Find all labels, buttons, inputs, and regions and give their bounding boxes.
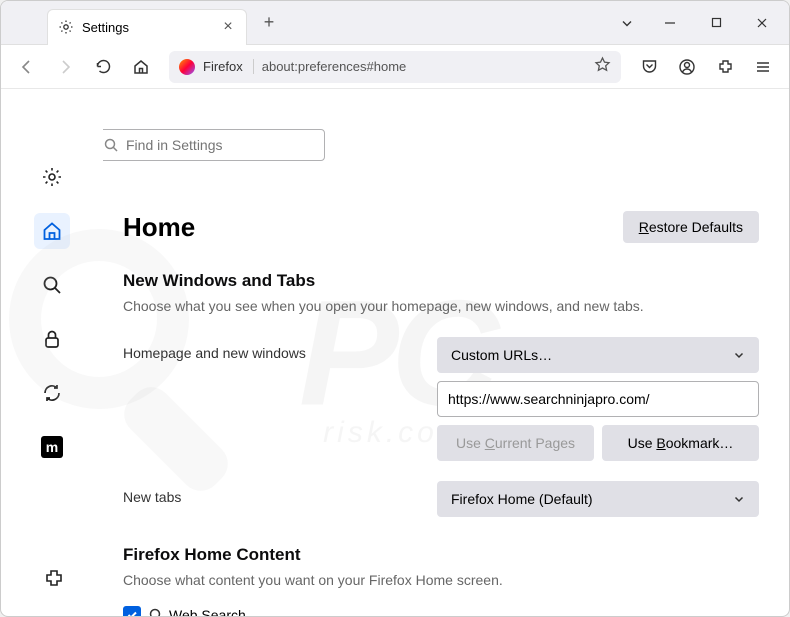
minimize-button[interactable] — [647, 3, 693, 43]
section-desc: Choose what content you want on your Fir… — [123, 571, 759, 591]
web-search-checkbox[interactable] — [123, 606, 141, 616]
reload-button[interactable] — [87, 51, 119, 83]
urlbar[interactable]: Firefox about:preferences#home — [169, 51, 621, 83]
urlbar-address: about:preferences#home — [262, 59, 586, 74]
menu-icon[interactable] — [747, 51, 779, 83]
section-title: Firefox Home Content — [123, 545, 759, 565]
section-title: New Windows and Tabs — [123, 271, 759, 291]
urlbar-identity: Firefox — [203, 59, 254, 74]
sidebar-sync[interactable] — [34, 375, 70, 411]
close-window-button[interactable] — [739, 3, 785, 43]
maximize-button[interactable] — [693, 3, 739, 43]
home-button[interactable] — [125, 51, 157, 83]
page-title: Home — [123, 212, 623, 243]
web-search-row: Web Search — [123, 606, 759, 616]
search-icon — [149, 608, 163, 616]
chevron-down-icon — [733, 349, 745, 361]
sidebar-general[interactable] — [34, 159, 70, 195]
checkmark-icon — [126, 609, 138, 616]
tab-settings[interactable]: Settings × — [47, 9, 247, 45]
account-icon[interactable] — [671, 51, 703, 83]
sidebar-home[interactable] — [34, 213, 70, 249]
titlebar: Settings × + — [1, 1, 789, 45]
content-area: PC risk.com m Home Restore Defaults New — [1, 89, 789, 616]
homepage-select[interactable]: Custom URLs… — [437, 337, 759, 373]
restore-defaults-button[interactable]: Restore Defaults — [623, 211, 759, 243]
newtabs-label: New tabs — [123, 481, 423, 505]
use-bookmark-button[interactable]: Use Bookmark… — [602, 425, 759, 461]
sidebar-extensions[interactable] — [36, 560, 72, 596]
window-controls — [647, 3, 785, 43]
newtabs-select-value: Firefox Home (Default) — [451, 491, 593, 507]
new-tab-button[interactable]: + — [255, 9, 283, 37]
forward-button — [49, 51, 81, 83]
find-in-settings[interactable] — [103, 129, 325, 161]
sidebar: m — [1, 89, 103, 616]
back-button[interactable] — [11, 51, 43, 83]
extensions-icon[interactable] — [709, 51, 741, 83]
homepage-url-input[interactable] — [437, 381, 759, 417]
web-search-label: Web Search — [149, 607, 246, 616]
pocket-icon[interactable] — [633, 51, 665, 83]
tab-title: Settings — [82, 20, 212, 35]
bookmark-star-icon[interactable] — [594, 56, 611, 78]
mozilla-icon: m — [41, 436, 63, 458]
homepage-label: Homepage and new windows — [123, 337, 423, 361]
sidebar-more-mozilla[interactable]: m — [34, 429, 70, 465]
sidebar-search[interactable] — [34, 267, 70, 303]
section-new-windows-tabs: New Windows and Tabs Choose what you see… — [123, 271, 759, 517]
homepage-select-value: Custom URLs… — [451, 347, 552, 363]
chevron-down-icon — [733, 493, 745, 505]
use-current-pages-button[interactable]: Use Current Pages — [437, 425, 594, 461]
section-home-content: Firefox Home Content Choose what content… — [123, 545, 759, 616]
sidebar-privacy[interactable] — [34, 321, 70, 357]
newtabs-row: New tabs Firefox Home (Default) — [123, 481, 759, 517]
firefox-logo-icon — [179, 59, 195, 75]
search-icon — [104, 138, 118, 152]
toolbar: Firefox about:preferences#home — [1, 45, 789, 89]
newtabs-select[interactable]: Firefox Home (Default) — [437, 481, 759, 517]
main-content: Home Restore Defaults New Windows and Ta… — [103, 89, 789, 616]
page-header: Home Restore Defaults — [123, 211, 759, 243]
find-in-settings-input[interactable] — [126, 137, 314, 153]
homepage-row: Homepage and new windows Custom URLs… Us… — [123, 337, 759, 461]
gear-icon — [58, 19, 74, 35]
tabs-dropdown-icon[interactable] — [607, 16, 647, 30]
close-tab-icon[interactable]: × — [220, 19, 236, 35]
browser-window: Settings × + Firefox about:preferences#h… — [0, 0, 790, 617]
section-desc: Choose what you see when you open your h… — [123, 297, 759, 317]
